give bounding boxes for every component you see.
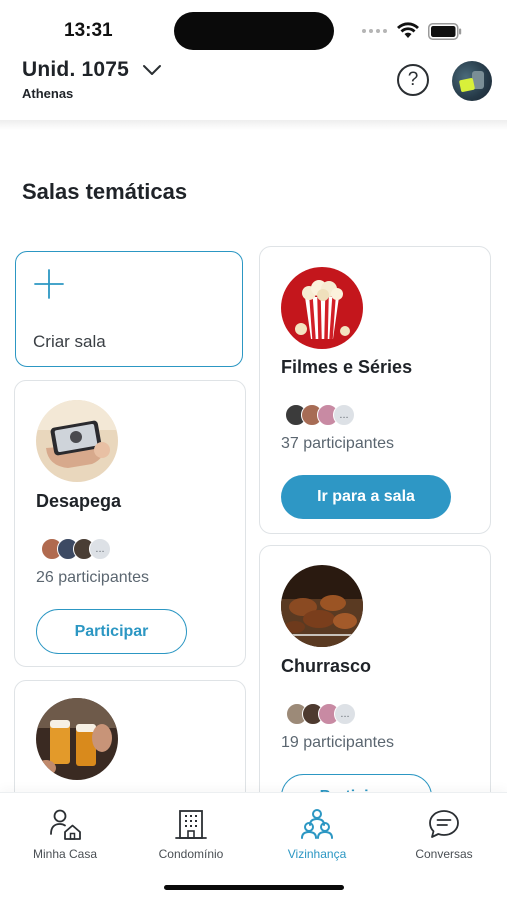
create-room-card[interactable]: Criar sala (15, 251, 243, 367)
go-to-room-button[interactable]: Ir para a sala (281, 475, 451, 519)
room-card-churrasco[interactable]: Churrasco ... 19 participantes Participa… (259, 545, 491, 819)
room-name: Desapega (36, 491, 122, 511)
more-participants-icon: ... (333, 404, 355, 426)
unit-selector[interactable]: Unid. 1075 (22, 58, 163, 82)
participant-count: 26 participantes (36, 569, 149, 586)
room-name: Filmes e Séries (281, 357, 413, 377)
room-image-barbecue (281, 565, 363, 647)
more-participants-icon: ... (89, 538, 111, 560)
bottom-navigation: Minha Casa Condomínio Vizinhança Convers… (0, 792, 507, 900)
nav-conversas[interactable]: Conversas (389, 807, 499, 861)
status-bar: 13:31 (0, 0, 507, 58)
participant-count: 37 participantes (281, 435, 394, 452)
room-card-filmes[interactable]: Filmes e Séries ... 37 participantes Ir … (259, 246, 491, 534)
user-avatar[interactable] (452, 61, 492, 101)
neighbors-icon (301, 809, 333, 839)
question-mark-icon: ? (407, 69, 419, 90)
join-room-button[interactable]: Participar (36, 609, 187, 654)
room-image-popcorn (281, 267, 363, 349)
nav-label: Condomínio (158, 847, 224, 861)
unit-subtitle: Athenas (22, 86, 74, 101)
wifi-icon (397, 22, 419, 38)
participant-avatars: ... (286, 703, 356, 725)
nav-condominio[interactable]: Condomínio (136, 807, 246, 861)
nav-vizinhanca[interactable]: Vizinhança (262, 807, 372, 861)
building-icon (175, 810, 207, 839)
cellular-signal-icon (362, 27, 388, 35)
room-name: Churrasco (281, 656, 372, 676)
room-image-drinks (36, 698, 118, 780)
header-divider (0, 120, 507, 130)
app-header: Unid. 1075 Athenas ? (0, 58, 507, 120)
dynamic-island (174, 12, 334, 50)
section-title: Salas temáticas (22, 179, 188, 204)
create-room-label: Criar sala (33, 332, 106, 351)
nav-label: Minha Casa (32, 847, 98, 861)
home-indicator (164, 885, 344, 890)
participant-avatars: ... (285, 404, 355, 426)
help-button[interactable]: ? (397, 64, 429, 96)
room-image-desapega (36, 400, 118, 482)
battery-icon (428, 23, 462, 40)
participant-avatars: ... (41, 538, 111, 560)
nav-label: Conversas (415, 847, 473, 861)
more-participants-icon: ... (334, 703, 356, 725)
plus-icon (34, 269, 64, 299)
status-time: 13:31 (64, 20, 113, 41)
nav-minha-casa[interactable]: Minha Casa (10, 807, 120, 861)
person-home-icon (50, 809, 81, 840)
room-card-desapega[interactable]: Desapega ... 26 participantes Participar (14, 380, 246, 667)
unit-title: Unid. 1075 (22, 58, 130, 81)
chat-bubble-icon (429, 810, 459, 838)
chevron-down-icon (143, 65, 162, 75)
participant-count: 19 participantes (281, 734, 394, 751)
nav-label: Vizinhança (287, 847, 347, 861)
